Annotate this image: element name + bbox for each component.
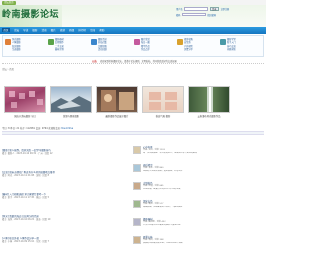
nav-item-home[interactable]: 首页 — [2, 28, 10, 33]
nav-item-forum[interactable]: 论坛 — [14, 28, 19, 32]
list-item[interactable]: [风光] 清晨的海边 日出时分的色彩 楼主: 海风 · 2023-10-10 0… — [2, 215, 130, 222]
username-label: 用户名 — [176, 8, 183, 12]
announcement-text[interactable]: 欢迎来到岭南摄影论坛，请遵守论坛规则，文明发帖，共同营造良好的交流氛围 — [100, 59, 177, 63]
nav-item-travel[interactable]: 旅游 — [60, 28, 65, 32]
nav-item-events[interactable]: 活动 — [42, 28, 47, 32]
site-logo[interactable]: 岭南摄影论坛 — [2, 7, 59, 20]
camera-icon — [5, 38, 11, 45]
subnav-link[interactable]: 活动回顾 — [98, 48, 107, 52]
stat-label: 今日: — [2, 127, 8, 130]
breadcrumb[interactable]: 论坛 › 首页 — [2, 67, 14, 71]
photo-caption[interactable]: 国庆节游玩摄影 节日 — [4, 114, 46, 118]
nav-item-groups[interactable]: 群组 — [69, 28, 74, 32]
post-meta: 楼主: 摄影人 · 2023-10-12 09:31 · 广州 · 回复 12 — [2, 152, 53, 156]
subnav-link[interactable]: 生态摄影 — [12, 48, 21, 52]
main-nav: 首页 论坛 导读 摄影 活动 图片 旅游 群组 排行榜 空间 帮助 — [0, 27, 266, 34]
nav-item-pictures[interactable]: 图片 — [51, 28, 56, 32]
list-item[interactable]: [器材] 入门相机选择 求大家帮忙参考一下 楼主: 新手 · 2023-10-1… — [2, 193, 130, 200]
image-icon — [134, 38, 140, 45]
list-item[interactable]: [摄影] 新人报到，请多关照 一起学习摄影技巧 楼主: 摄影人 · 2023-1… — [2, 149, 130, 156]
avatar[interactable] — [133, 218, 141, 226]
photo-art — [149, 92, 177, 110]
photo-thumb[interactable] — [4, 86, 46, 113]
list-item[interactable]: [交流] 周末去哪拍？附近有什么好的拍摄地点推荐 楼主: 阿光 · 2023-1… — [2, 171, 130, 178]
announcement-label: 公告 — [92, 60, 97, 63]
subnav-link[interactable]: 器材评测 — [55, 48, 64, 52]
photo-thumb[interactable] — [50, 86, 92, 113]
post-meta: 楼主: 海风 · 2023-10-10 06:22 · 珠海 · 回复 19 — [2, 218, 51, 222]
avatar[interactable] — [133, 182, 141, 190]
post-summary: 清晨的山林被薄雾笼罩，光线穿过树叶洒落 — [143, 242, 183, 245]
list-header-bar — [2, 131, 264, 135]
photo-caption[interactable]: 云南瀑布风光摄影作品 — [188, 114, 230, 118]
stat-posts: 112081 — [26, 127, 35, 130]
password-label: 密码 — [176, 13, 181, 17]
post-summary: 雨后的天空格外清澈，远山如黛，云卷云舒 — [143, 170, 183, 173]
nav-item-photo[interactable]: 摄影 — [32, 28, 37, 32]
newest-member-link[interactable]: tbuvlmfue — [61, 127, 73, 130]
post-summary: 走进古镇，感受时光的沉淀与岁月的温柔 — [143, 188, 181, 191]
nav-item-guide[interactable]: 导读 — [23, 28, 28, 32]
post-meta: 楼主: 阿光 · 2023-10-11 21:08 · 深圳 · 回复 8 — [2, 174, 49, 178]
avatar[interactable] — [133, 164, 141, 172]
photo-art — [207, 87, 213, 112]
stat-members: 9764 — [41, 127, 48, 130]
stat-label: 昨日: — [10, 127, 16, 130]
book-icon — [220, 38, 226, 45]
home-tab[interactable]: 论坛首页 — [2, 0, 16, 5]
nav-item-help[interactable]: 帮助 — [99, 28, 104, 32]
calendar-icon — [91, 38, 97, 45]
subnav-link[interactable]: 作品点评 — [141, 48, 150, 52]
avatar[interactable] — [133, 200, 141, 208]
post-summary: 分享几款适合风光摄影的镜头与使用心得 — [143, 224, 181, 227]
photo-art — [51, 96, 91, 112]
avatar[interactable] — [133, 236, 141, 244]
photo-thumb[interactable] — [96, 86, 138, 113]
photo-caption[interactable]: 最新摄影作品展示图片 — [96, 114, 138, 118]
stat-label: 欢迎新会员: — [48, 127, 61, 130]
post-meta: 楼主: 小林 · 2023-10-09 15:10 · 东莞 · 回复 7 — [2, 240, 49, 244]
list-item[interactable]: [人像] 秋日外拍 人像作品分享一组 楼主: 小林 · 2023-10-09 1… — [2, 237, 130, 244]
forgot-password-link[interactable]: 找回密码 — [207, 13, 216, 17]
stat-yesterday: 21 — [16, 127, 20, 130]
forum-stats: 今日: 8 昨日: 21 帖子: 112081 会员: 9764 欢迎新会员: … — [2, 126, 73, 130]
photo-art — [9, 91, 43, 108]
register-link[interactable]: 立即注册 — [220, 7, 229, 11]
photo-thumb[interactable] — [188, 86, 230, 113]
post-meta: 楼主: 新手 · 2023-10-11 17:45 · 佛山 · 回复 5 — [2, 196, 49, 200]
photo-caption[interactable]: 秋高气爽 摄影 — [142, 114, 184, 118]
nav-item-ranking[interactable]: 排行榜 — [78, 28, 86, 32]
lens-icon — [48, 38, 54, 45]
nav-item-space[interactable]: 空间 — [90, 28, 95, 32]
subnav-link[interactable]: 问题求助 — [227, 48, 236, 52]
post-summary: 湖面如镜，倒映着青山与白云，宁静而美好 — [143, 206, 183, 209]
announcement-bar: 公告 欢迎来到岭南摄影论坛，请遵守论坛规则，文明发帖，共同营造良好的交流氛围 — [2, 58, 264, 64]
photo-caption[interactable]: 游湖与观景摄影 — [50, 114, 92, 118]
sub-nav: 风光摄影 人像摄影 纪实摄影 生态摄影 摄影器材 后期制作 二手交易 器材评测 … — [2, 35, 264, 57]
photo-art — [101, 90, 134, 111]
map-icon — [177, 38, 183, 45]
password-input[interactable] — [181, 12, 206, 17]
stat-label: 会员: — [35, 127, 42, 130]
username-input[interactable] — [184, 7, 209, 11]
stat-label: 帖子: — [20, 127, 26, 130]
subnav-link[interactable]: 美食分享 — [184, 48, 193, 52]
login-button[interactable]: 登录 — [209, 7, 219, 11]
login-panel: 用户名 登录 立即注册 密码 找回密码 — [176, 7, 264, 25]
post-summary: 每一次出发都是一次心灵的旅行，用镜头记录下美好的瞬间 — [143, 152, 198, 155]
avatar[interactable] — [133, 146, 141, 154]
photo-thumb[interactable] — [142, 86, 184, 113]
